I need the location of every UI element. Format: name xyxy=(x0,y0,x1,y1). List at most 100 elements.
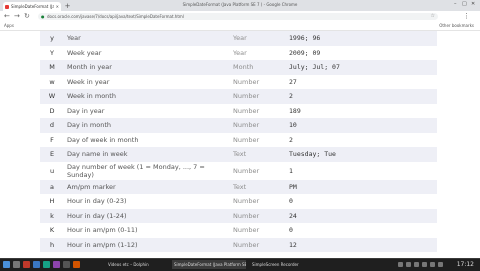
updates-icon[interactable] xyxy=(438,262,443,267)
date-component: Day in year xyxy=(67,106,105,115)
address-bar[interactable]: ● docs.oracle.com/javase/7/docs/api/java… xyxy=(38,13,438,20)
examples: 0 xyxy=(289,197,293,206)
date-component: Hour in day (1-24) xyxy=(64,208,230,223)
date-component: Month in year xyxy=(64,60,230,75)
format-letter: h xyxy=(40,237,64,252)
format-letter: w xyxy=(49,77,55,86)
date-component: Day of week in month xyxy=(67,135,139,144)
settings-icon[interactable] xyxy=(63,261,70,268)
examples: 1 xyxy=(289,166,293,175)
back-icon[interactable]: ← xyxy=(4,12,10,21)
taskbar-item-recorder[interactable]: SimpleScreen Recorder xyxy=(250,260,320,269)
presentation-type: Number xyxy=(233,77,260,86)
examples: 10 xyxy=(286,118,437,133)
new-tab-button[interactable]: + xyxy=(64,2,71,10)
tab-simpledateformat[interactable]: SimpleDateFormat (Java Platform SE 7 ) ✕ xyxy=(3,2,61,11)
format-letter: k xyxy=(40,208,64,223)
format-letter: W xyxy=(40,89,64,104)
examples: July; Jul; 07 xyxy=(286,60,437,75)
notifications-icon[interactable] xyxy=(422,262,427,267)
table-row: M Month in year Month July; Jul; 07 xyxy=(40,60,437,75)
date-component: Hour in am/pm (0-11) xyxy=(67,226,138,235)
taskbar-item-dolphin[interactable]: Videos etc – Dolphin xyxy=(106,260,168,269)
url-text[interactable]: docs.oracle.com/javase/7/docs/api/java/t… xyxy=(47,13,184,20)
battery-icon[interactable] xyxy=(414,262,419,267)
date-format-table: y Year Year 1996; 96 Y Week year Year 2009; 09 M… xyxy=(40,31,437,252)
table-row: W Week in month Number 2 xyxy=(40,89,437,104)
presentation-type: Year xyxy=(230,31,286,46)
table-row: E Day name in week Text Tuesday; Tue xyxy=(40,147,437,162)
apps-shortcut[interactable]: Apps xyxy=(4,22,14,30)
reload-icon[interactable]: ↻ xyxy=(24,12,30,21)
editor-icon[interactable] xyxy=(73,261,80,268)
date-component: Week year xyxy=(67,48,102,57)
clock: 17:12 xyxy=(456,261,474,268)
presentation-type: Number xyxy=(233,226,260,235)
examples: 0 xyxy=(289,226,293,235)
date-component: Day name in week xyxy=(64,147,230,162)
table-row: a Am/pm marker Text PM xyxy=(40,179,437,194)
menu-icon[interactable]: ⋮ xyxy=(463,12,470,21)
other-bookmarks[interactable]: Other bookmarks xyxy=(439,22,474,30)
media-icon[interactable] xyxy=(53,261,60,268)
volume-icon[interactable] xyxy=(406,262,411,267)
examples: 27 xyxy=(289,77,297,86)
format-letter: F xyxy=(50,135,54,144)
presentation-type: Year xyxy=(233,48,247,57)
bookmark-star-icon[interactable]: ☆ xyxy=(431,13,435,20)
date-component: Day number of week (1 = Monday, ..., 7 =… xyxy=(67,162,205,179)
table-row: Y Week year Year 2009; 09 xyxy=(40,46,437,61)
date-component: Week in month xyxy=(64,89,230,104)
network-icon[interactable] xyxy=(398,262,403,267)
date-component: Am/pm marker xyxy=(64,179,230,194)
presentation-type: Number xyxy=(230,237,286,252)
table-row: d Day in month Number 10 xyxy=(40,118,437,133)
presentation-type: Month xyxy=(230,60,286,75)
presentation-type: Number xyxy=(233,135,260,144)
examples: 189 xyxy=(289,106,301,115)
presentation-type: Number xyxy=(233,166,260,175)
format-letter: d xyxy=(40,118,64,133)
format-letter: Y xyxy=(50,48,54,57)
table-row: F Day of week in month Number 2 xyxy=(40,133,437,148)
app-launcher-icon[interactable] xyxy=(3,261,10,268)
table-row: K Hour in am/pm (0-11) Number 0 xyxy=(40,223,437,238)
page-content: y Year Year 1996; 96 Y Week year Year 2009; 09 M… xyxy=(0,31,480,258)
examples: 2 xyxy=(286,89,437,104)
presentation-type: Number xyxy=(233,197,260,206)
clipboard-icon[interactable] xyxy=(430,262,435,267)
maximize-icon[interactable]: □ xyxy=(462,1,467,7)
examples: 2 xyxy=(289,135,293,144)
table-row: k Hour in day (1-24) Number 24 xyxy=(40,208,437,223)
close-window-icon[interactable]: ✕ xyxy=(471,1,475,7)
table-row: w Week in year Number 27 xyxy=(40,75,437,90)
presentation-type: Text xyxy=(230,147,286,162)
chrome-icon[interactable] xyxy=(23,261,30,268)
terminal-icon[interactable] xyxy=(43,261,50,268)
date-component: Day in month xyxy=(64,118,230,133)
format-letter: D xyxy=(49,106,55,115)
taskbar: Videos etc – Dolphin SimpleDateFormat (J… xyxy=(0,258,480,271)
format-letter: u xyxy=(49,166,55,175)
file-manager-icon[interactable] xyxy=(33,261,40,268)
format-letter: K xyxy=(49,226,55,235)
format-letter: E xyxy=(40,147,64,162)
table-row: y Year Year 1996; 96 xyxy=(40,31,437,46)
table-row: u Day number of week (1 = Monday, ..., 7 … xyxy=(40,162,437,180)
window-title: SimpleDateFormat (Java Platform SE 7 ) -… xyxy=(182,2,298,7)
bookmarks-bar: Apps Other bookmarks xyxy=(0,22,480,31)
date-component: Hour in am/pm (1-12) xyxy=(64,237,230,252)
presentation-type: Number xyxy=(233,106,260,115)
examples: Tuesday; Tue xyxy=(286,147,437,162)
forward-icon[interactable]: → xyxy=(14,12,20,21)
table-row: h Hour in am/pm (1-12) Number 12 xyxy=(40,237,437,252)
minimize-icon[interactable]: – xyxy=(454,1,457,7)
browser-window: SimpleDateFormat (Java Platform SE 7 ) ✕… xyxy=(0,0,480,258)
presentation-type: Number xyxy=(230,118,286,133)
date-component: Year xyxy=(64,31,230,46)
taskbar-item-chrome[interactable]: SimpleDateFormat (Java Platform SE... xyxy=(172,260,246,269)
presentation-type: Text xyxy=(230,179,286,194)
close-tab-icon[interactable]: ✕ xyxy=(56,4,59,9)
desktop-icon[interactable] xyxy=(13,261,20,268)
format-letter: a xyxy=(40,179,64,194)
